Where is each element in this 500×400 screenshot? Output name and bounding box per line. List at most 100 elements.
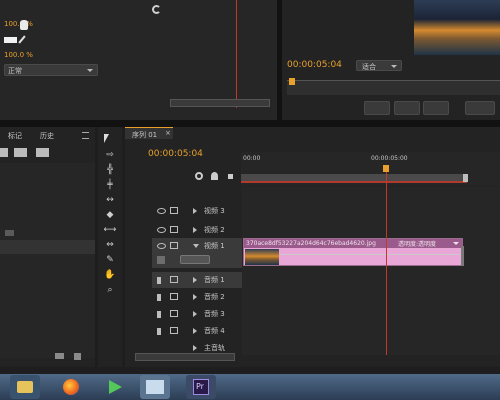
clip-label: 370ace8df53227a204d64c76ebad4620.jpg [246,240,376,247]
track-lanes[interactable] [242,187,500,355]
project-row-highlight[interactable] [0,240,95,254]
tab-sequence[interactable]: 序列 01 × [125,127,173,139]
ruler-start: 00:00 [243,155,261,162]
tab-markers[interactable]: 标记 [8,131,22,141]
hand-tool-icon[interactable]: ✋ [102,269,118,281]
chevron-down-icon [87,69,93,72]
clip-header: 370ace8df53227a204d64c76ebad4620.jpg 透明度… [244,239,462,248]
snap-icon[interactable] [195,172,203,180]
close-icon[interactable]: × [165,129,171,137]
expand-track-icon[interactable] [193,311,197,317]
file-explorer-icon[interactable] [10,375,40,399]
expand-track-icon[interactable] [193,208,197,214]
delete-icon[interactable] [74,353,81,360]
lock-track-icon[interactable] [170,276,178,283]
chevron-down-icon [391,65,397,68]
lock-track-icon[interactable] [170,310,178,317]
reset-icon[interactable] [152,5,161,14]
lock-track-icon[interactable] [170,327,178,334]
speaker-icon[interactable] [157,311,170,318]
lock-track-icon[interactable] [170,242,178,249]
window-icon[interactable] [140,375,170,399]
color-swatch[interactable] [4,37,17,43]
mark-in-button[interactable] [394,101,420,115]
work-area-bar[interactable] [241,174,467,183]
tag-icon[interactable] [36,148,49,157]
clip-end-marker[interactable] [461,246,464,266]
sequence-playhead-marker[interactable] [383,165,389,172]
clip-effect-label: 透明度:透明度 [398,241,437,248]
add-marker-icon[interactable] [228,174,233,179]
effect-scrollbar[interactable] [170,99,270,107]
eye-icon[interactable] [157,243,166,249]
opacity-value[interactable]: 100.0 % [4,20,33,28]
mark-out-button[interactable] [423,101,449,115]
list-view-icon[interactable] [0,148,8,157]
rolling-edit-tool-icon[interactable]: ╪ [102,179,118,191]
track-select-tool-icon[interactable]: ⇨ [102,149,118,161]
project-list-area[interactable] [0,163,95,358]
expand-track-icon[interactable] [193,328,197,334]
number-badge-icon[interactable] [14,148,27,157]
slip-tool-icon[interactable]: ⟷ [102,224,118,236]
slide-tool-icon[interactable]: ⇔ [102,239,118,251]
eyedropper-icon[interactable] [18,35,26,44]
tab-history[interactable]: 历史 [40,131,54,141]
program-playhead-marker[interactable] [289,78,295,85]
blend-mode-label: 正常 [8,67,22,75]
media-player-icon[interactable] [100,375,130,399]
lock-track-icon[interactable] [170,293,178,300]
video-clip[interactable]: 370ace8df53227a204d64c76ebad4620.jpg 透明度… [243,238,463,266]
rate-stretch-tool-icon[interactable]: ↔ [102,194,118,206]
ripple-edit-tool-icon[interactable]: ╬ [102,164,118,176]
expand-track-icon[interactable] [193,227,197,233]
track-name: 视频 2 [204,226,225,234]
keyframe-nav[interactable] [180,255,210,264]
program-timeline-bar[interactable] [287,80,500,95]
sequence-tab-label: 序列 01 [132,131,158,139]
fit-select[interactable]: 适合 [356,60,402,71]
firefox-logo-icon [63,379,79,395]
blend-mode-select[interactable]: 正常 [4,64,98,76]
eye-icon[interactable] [157,208,166,214]
speaker-icon[interactable] [157,294,170,301]
expand-track-icon[interactable] [193,294,197,300]
taskbar: Pr [0,374,500,400]
premiere-icon[interactable]: Pr [186,375,216,399]
marker-icon[interactable] [211,172,218,180]
add-marker-button[interactable] [364,101,390,115]
selection-tool-icon[interactable] [104,134,109,143]
track-name: 音频 2 [204,293,225,301]
panel-menu-icon[interactable] [82,132,89,139]
sequence-timecode[interactable]: 00:00:05:04 [148,149,203,159]
timeline-panel: 序列 01 × 00:00:05:04 00:00 00:00:05:00 视频… [125,127,500,367]
firefox-icon[interactable] [56,375,86,399]
new-bin-icon[interactable] [55,353,64,359]
razor-tool-icon[interactable]: ◆ [102,209,118,221]
time-ruler[interactable]: 00:00 00:00:05:00 [241,152,500,186]
speaker-icon[interactable] [157,277,170,284]
zoom-tool-icon[interactable]: ⌕ [102,284,118,296]
track-name: 音频 3 [204,310,225,318]
premiere-label: Pr [196,382,204,391]
work-area-end-handle[interactable] [463,174,468,182]
expand-track-icon[interactable] [193,345,197,351]
track-header-video-1: 视频 3 视频 1 [152,238,242,268]
lock-track-icon[interactable] [170,207,178,214]
track-header-video-2: 视频 2 [152,222,242,238]
track-header-audio-2: 音频 2 [152,289,242,305]
timeline-scrollbar[interactable] [135,353,235,361]
lower-value[interactable]: 100.0 % [4,51,33,59]
chevron-down-icon[interactable] [453,242,459,245]
display-style-icon[interactable] [157,256,165,264]
opacity-rubber-band[interactable] [280,254,460,255]
eye-icon[interactable] [157,227,166,233]
go-to-in-button[interactable] [465,101,495,115]
lock-track-icon[interactable] [170,226,178,233]
pen-tool-icon[interactable]: ✎ [102,254,118,266]
program-timecode[interactable]: 00:00:05:04 [287,60,342,70]
speaker-icon[interactable] [157,328,170,335]
track-header-audio-4: 音频 4 [152,323,242,339]
collapse-track-icon[interactable] [193,244,199,248]
expand-track-icon[interactable] [193,277,197,283]
